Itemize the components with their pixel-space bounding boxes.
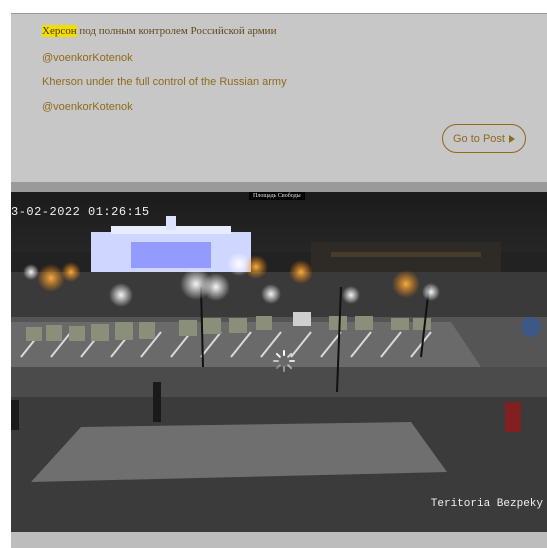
loading-spinner-icon [273,350,295,372]
media-top-border [11,182,547,192]
highlighted-word: Херсон [42,25,77,37]
play-triangle-icon [508,134,515,143]
post-text-russian-rest: под полным контролем Российской армии [76,25,277,37]
post-author-handle[interactable]: @voenkorKotenok [42,52,133,64]
camera-watermark: Teritoria Bezpeky [430,498,543,510]
post-text-english: Kherson under the full control of the Ru… [42,76,287,88]
go-to-post-label: Go to Post [453,132,505,145]
go-to-post-button[interactable]: Go to Post [442,124,526,153]
media-bottom-border [11,532,547,548]
embedded-post-card: Херсон под полным контролем Российской а… [11,14,547,182]
post-text-russian: Херсон под полным контролем Российской а… [42,25,276,37]
post-author-handle-2[interactable]: @voenkorKotenok [42,101,133,113]
camera-location-label: Площадь Свободы [249,192,305,200]
camera-timestamp: 3-02-2022 01:26:15 [11,205,150,219]
webcam-video-frame[interactable]: Площадь Свободы 3-02-2022 01:26:15 Terit… [11,192,547,532]
